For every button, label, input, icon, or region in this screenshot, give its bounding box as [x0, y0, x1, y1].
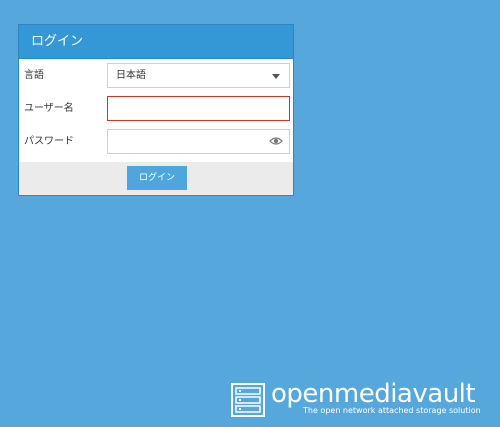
- password-row: パスワード: [19, 129, 293, 162]
- username-field-wrapper: [107, 96, 290, 121]
- login-panel-title: ログイン: [19, 25, 293, 59]
- username-row: ユーザー名: [19, 96, 293, 129]
- password-label: パスワード: [24, 136, 74, 147]
- password-field-wrapper: [107, 129, 290, 154]
- login-form: 言語 日本語 ユーザー名 パスワード: [19, 59, 293, 162]
- brand-name: openmediavault: [271, 379, 476, 409]
- login-button[interactable]: ログイン: [127, 166, 187, 190]
- language-select-value: 日本語: [116, 70, 146, 81]
- login-panel: ログイン 言語 日本語 ユーザー名 パスワード ログイン: [18, 24, 294, 196]
- language-label: 言語: [24, 70, 44, 81]
- server-rack-icon: [231, 383, 265, 417]
- language-row: 言語 日本語: [19, 63, 293, 96]
- language-select[interactable]: 日本語: [107, 63, 290, 88]
- brand-tagline: The open network attached storage soluti…: [303, 406, 481, 415]
- username-input[interactable]: [108, 98, 289, 121]
- password-input[interactable]: [108, 131, 289, 154]
- eye-icon[interactable]: [269, 136, 283, 146]
- brand: openmediavault The open network attached…: [231, 379, 493, 418]
- login-panel-footer: ログイン: [19, 162, 293, 195]
- chevron-down-icon[interactable]: [272, 74, 280, 79]
- username-label: ユーザー名: [24, 103, 74, 114]
